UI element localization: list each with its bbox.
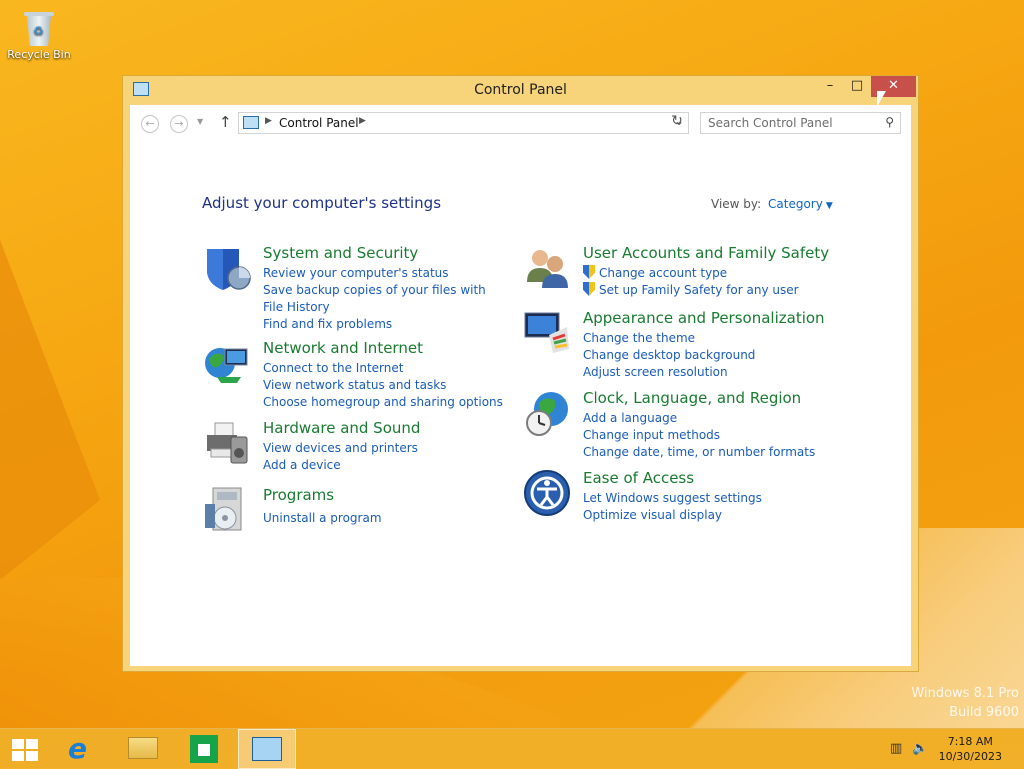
folder-icon	[128, 737, 158, 759]
search-input[interactable]	[708, 116, 873, 130]
search-icon[interactable]: ⚲	[885, 115, 894, 129]
link-optimize-display[interactable]: Optimize visual display	[583, 507, 823, 524]
breadcrumb-separator-icon[interactable]: ▶	[359, 116, 366, 126]
taskbar-file-explorer[interactable]	[114, 729, 170, 769]
view-by-value: Category	[768, 197, 823, 211]
window-content: ← → ▼ ↑ ▶ Control Panel ▶ ⌄ ↻ ⚲ Adjust y…	[130, 105, 911, 666]
recycle-bin-label: Recycle Bin	[7, 48, 71, 61]
category-title[interactable]: Ease of Access	[583, 469, 694, 487]
link-devices-printers[interactable]: View devices and printers	[263, 440, 503, 457]
store-icon	[190, 735, 218, 763]
internet-explorer-icon: e	[68, 732, 87, 765]
link-add-language[interactable]: Add a language	[583, 410, 823, 427]
clock-date: 10/30/2023	[938, 750, 1002, 763]
navigation-bar: ← → ▼ ↑ ▶ Control Panel ▶ ⌄ ↻ ⚲	[130, 105, 911, 141]
chevron-down-icon: ▼	[825, 201, 833, 211]
windows-watermark: Windows 8.1 Pro Build 9600	[911, 686, 1019, 720]
link-network-status[interactable]: View network status and tasks	[263, 377, 503, 394]
link-input-methods[interactable]: Change input methods	[583, 427, 823, 444]
start-button[interactable]	[0, 729, 56, 769]
window-title: Control Panel	[474, 82, 567, 98]
refresh-icon[interactable]: ↻	[666, 113, 688, 133]
link-date-time-formats[interactable]: Change date, time, or number formats	[583, 444, 823, 461]
recycle-bin[interactable]: ♻ Recycle Bin	[6, 6, 72, 61]
link-homegroup[interactable]: Choose homegroup and sharing options	[263, 394, 503, 411]
title-bar[interactable]: Control Panel – □ ✕	[123, 76, 918, 105]
address-bar[interactable]: ▶ Control Panel ▶ ⌄	[238, 112, 689, 134]
shield-icon	[207, 249, 251, 290]
wallpaper-shape	[0, 240, 100, 580]
windows-logo-icon	[12, 739, 38, 761]
forward-arrow-icon[interactable]: →	[170, 115, 188, 133]
minimize-button[interactable]: –	[817, 76, 843, 97]
search-box[interactable]: ⚲	[700, 112, 901, 134]
volume-muted-icon[interactable]: 🔈	[912, 741, 928, 756]
category-title[interactable]: Clock, Language, and Region	[583, 389, 801, 407]
control-panel-window: Control Panel – □ ✕ ← → ▼ ↑ ▶ Control Pa…	[122, 75, 919, 672]
link-change-account-type[interactable]: Change account type	[583, 265, 823, 282]
view-by-label: View by:	[711, 197, 762, 211]
link-uninstall-program[interactable]: Uninstall a program	[263, 510, 503, 527]
programs-icon	[205, 487, 242, 531]
back-arrow-icon[interactable]: ←	[141, 115, 159, 133]
control-panel-icon	[243, 116, 259, 129]
category-title[interactable]: Hardware and Sound	[263, 419, 420, 437]
recycle-bin-icon: ♻	[24, 8, 54, 46]
category-title[interactable]: Programs	[263, 486, 334, 504]
uac-shield-icon	[583, 265, 595, 279]
breadcrumb-control-panel[interactable]: Control Panel	[279, 116, 359, 130]
ease-of-access-icon	[524, 470, 570, 516]
uac-shield-icon	[583, 282, 595, 296]
category-title[interactable]: Appearance and Personalization	[583, 309, 825, 327]
mouse-cursor-icon	[877, 91, 886, 107]
link-connect-internet[interactable]: Connect to the Internet	[263, 360, 503, 377]
link-family-safety[interactable]: Set up Family Safety for any user	[583, 282, 823, 299]
maximize-button[interactable]: □	[843, 76, 871, 97]
printer-icon	[207, 422, 248, 464]
taskbar-store[interactable]	[176, 729, 232, 769]
taskbar-control-panel[interactable]	[238, 729, 296, 769]
system-tray: ▥ 🔈 7:18 AM 10/30/2023	[884, 729, 1024, 769]
monitor-palette-icon	[524, 312, 569, 353]
control-panel-icon	[252, 737, 282, 761]
link-suggest-settings[interactable]: Let Windows suggest settings	[583, 490, 823, 507]
breadcrumb-separator-icon[interactable]: ▶	[265, 116, 272, 126]
link-file-history[interactable]: Save backup copies of your files with Fi…	[263, 282, 493, 316]
taskbar-internet-explorer[interactable]: e	[54, 729, 110, 769]
category-title[interactable]: User Accounts and Family Safety	[583, 244, 829, 262]
link-change-theme[interactable]: Change the theme	[583, 330, 823, 347]
view-by-dropdown[interactable]: Category ▼	[768, 197, 833, 211]
taskbar: e ▥ 🔈 7:18 AM 10/30/2023	[0, 728, 1024, 769]
link-find-fix[interactable]: Find and fix problems	[263, 316, 493, 333]
users-icon	[527, 250, 568, 288]
globe-clock-icon	[526, 392, 568, 436]
network-icon[interactable]: ▥	[890, 741, 902, 756]
category-title[interactable]: System and Security	[263, 244, 418, 262]
link-review-status[interactable]: Review your computer's status	[263, 265, 493, 282]
page-title: Adjust your computer's settings	[202, 194, 442, 212]
link-screen-resolution[interactable]: Adjust screen resolution	[583, 364, 823, 381]
category-title[interactable]: Network and Internet	[263, 339, 423, 357]
link-add-device[interactable]: Add a device	[263, 457, 503, 474]
recent-locations-chevron-icon[interactable]: ▼	[197, 117, 203, 126]
clock-time: 7:18 AM	[947, 735, 993, 748]
clock[interactable]: 7:18 AM 10/30/2023	[939, 734, 1002, 764]
up-arrow-icon[interactable]: ↑	[219, 113, 232, 131]
globe-network-icon	[205, 348, 248, 383]
link-desktop-background[interactable]: Change desktop background	[583, 347, 823, 364]
